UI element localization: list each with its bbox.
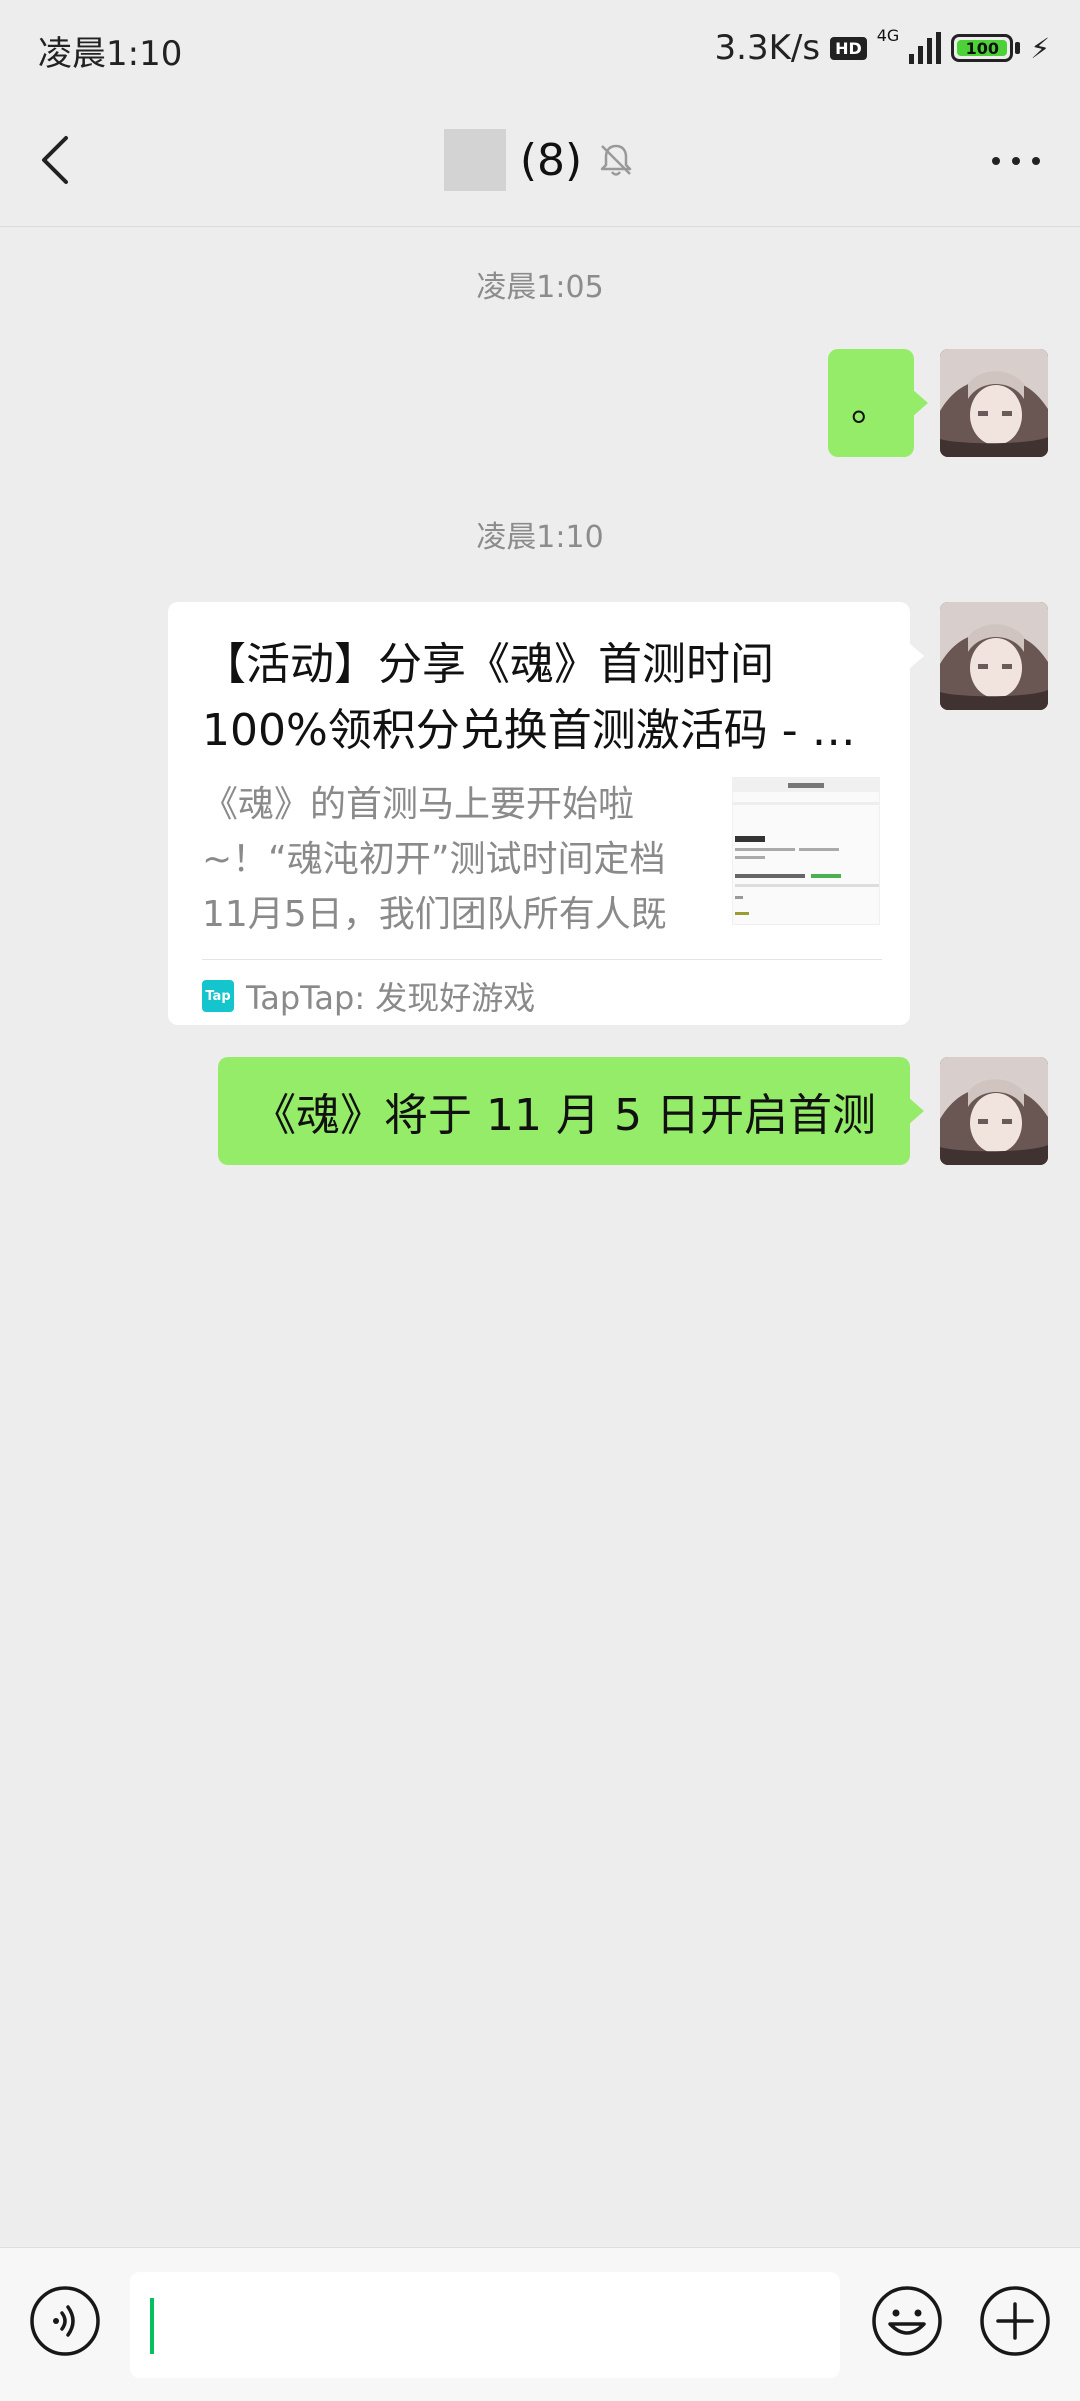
hd-badge: HD [830,36,867,60]
avatar[interactable] [940,602,1048,710]
avatar-image [940,349,1048,457]
battery-icon: 100 [951,34,1014,62]
plus-icon[interactable] [978,2284,1052,2358]
redacted-group-name [443,129,506,191]
timestamp: 凌晨1:05 [476,270,604,305]
input-bar [0,2247,1080,2401]
charging-icon: ⚡ [1030,31,1050,65]
battery-level: 100 [957,39,1008,58]
signal-icon [909,32,942,64]
card-thumbnail [732,777,880,925]
avatar-image [940,1057,1048,1165]
card-description: 《魂》的首测马上要开始啦~！“魂沌初开”测试时间定档11月5日，我们团队所有人既… [202,784,667,935]
timestamp: 凌晨1:10 [476,520,604,555]
status-time: 凌晨1:10 [38,34,183,74]
message-bubble[interactable]: 《魂》将于 11 月 5 日开启首测 [218,1057,924,1165]
taptap-logo: Tap [202,980,234,1012]
message-bubble[interactable]: 。 [828,349,928,457]
card-divider [202,959,882,960]
bell-off-icon [600,144,632,176]
avatar[interactable] [940,349,1048,457]
avatar-image [940,602,1048,710]
text-caret [150,2298,154,2354]
message-input[interactable] [130,2272,840,2378]
voice-icon[interactable] [28,2284,102,2358]
network-speed: 3.3K/s [714,28,821,68]
status-icons: 3.3K/s HD 4G 100 ⚡ [715,26,1050,70]
card-source-label: TapTap: 发现好游戏 [246,979,536,1017]
chat-title-area: (8) [0,112,1080,208]
card-source: Tap TapTap: 发现好游戏 [202,973,535,1019]
emoji-icon[interactable] [870,2284,944,2358]
more-options-icon[interactable] [986,136,1046,186]
network-type: 4G [876,26,900,45]
shared-link-card[interactable]: 【活动】分享《魂》首测时间100%领积分兑换首测激活码 - … 《魂》的首测马上… [168,602,924,1025]
chat-title: (8) [519,134,583,186]
chat-header: (8) [0,96,1080,227]
message-list[interactable]: 凌晨1:05 。 凌晨1:10 【活动】分享《魂》首测时间100%领积分兑换首测… [0,227,1080,2247]
card-title: 【活动】分享《魂》首测时间100%领积分兑换首测激活码 - … [202,639,856,756]
battery-cap [1015,42,1021,54]
avatar[interactable] [940,1057,1048,1165]
status-bar: 凌晨1:10 3.3K/s HD 4G 100 ⚡ [0,0,1080,96]
